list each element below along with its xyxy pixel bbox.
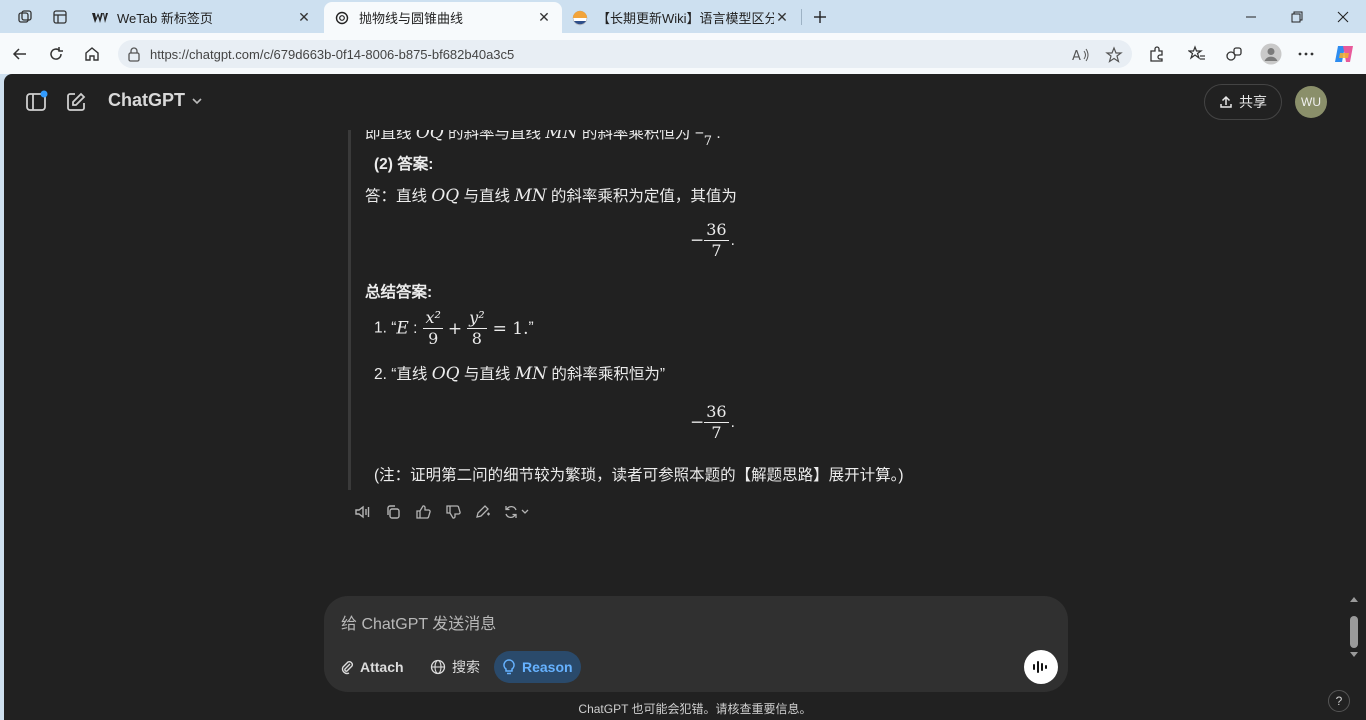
search-label: 搜索 xyxy=(452,659,480,675)
attach-button[interactable]: Attach xyxy=(332,651,412,683)
close-icon[interactable]: ✕ xyxy=(774,9,790,26)
reason-label: Reason xyxy=(522,659,573,675)
home-icon[interactable] xyxy=(77,39,107,69)
edit-icon[interactable] xyxy=(468,500,498,524)
close-icon[interactable]: ✕ xyxy=(536,9,552,26)
favorite-icon[interactable] xyxy=(1105,46,1123,64)
regenerate-icon[interactable] xyxy=(498,500,538,524)
value-display-2: −36 7. xyxy=(690,402,735,442)
workspaces-icon[interactable] xyxy=(12,4,38,30)
new-tab-icon[interactable] xyxy=(807,4,833,30)
share-button[interactable]: 共享 xyxy=(1204,84,1282,120)
tab-divider xyxy=(801,9,802,25)
tab-wetab[interactable]: WeTab 新标签页 ✕ xyxy=(82,2,322,33)
tab-title: 【长期更新Wiki】语言模型区分题 xyxy=(597,11,774,26)
tab-title: 抛物线与圆锥曲线 xyxy=(359,11,464,26)
back-icon[interactable] xyxy=(5,39,35,69)
avatar[interactable]: WU xyxy=(1295,86,1327,118)
attach-label: Attach xyxy=(360,659,404,675)
lock-icon[interactable] xyxy=(127,46,141,67)
minimize-icon[interactable] xyxy=(1228,0,1274,33)
tab-wiki[interactable]: 【长期更新Wiki】语言模型区分题 ✕ xyxy=(562,2,800,33)
wetab-icon xyxy=(92,10,108,26)
part2-heading: (2) 答案: xyxy=(374,156,434,173)
tab-actions-icon[interactable] xyxy=(47,4,73,30)
voice-icon xyxy=(1033,661,1047,673)
help-button[interactable]: ? xyxy=(1328,690,1350,712)
profile-icon[interactable] xyxy=(1260,43,1282,65)
url-text: https://chatgpt.com/c/679d663b-0f14-8006… xyxy=(150,47,515,62)
reason-button[interactable]: Reason xyxy=(494,651,581,683)
bulb-icon xyxy=(503,659,515,675)
model-selector[interactable]: ChatGPT xyxy=(108,90,203,111)
collections-icon[interactable] xyxy=(1225,45,1243,63)
message-composer: 给 ChatGPT 发送消息 Attach 搜索 Reason xyxy=(324,596,1068,692)
read-aloud-icon[interactable]: A xyxy=(1072,46,1090,64)
copilot-icon[interactable] xyxy=(1333,43,1355,65)
voice-mode-button[interactable] xyxy=(1024,650,1058,684)
answer-item-2: 2. “直线 OQ 与直线 MN 的斜率乘积恒为” xyxy=(374,364,665,384)
tab-title: WeTab 新标签页 xyxy=(117,11,213,26)
close-icon[interactable]: ✕ xyxy=(296,9,312,26)
answer-line: 答：直线 OQ 与直线 MN 的斜率乘积为定值，其值为 xyxy=(365,186,737,206)
svg-text:A: A xyxy=(1072,49,1081,63)
thumbs-down-icon[interactable] xyxy=(438,500,468,524)
scrollbar-thumb[interactable] xyxy=(1350,616,1358,648)
scroll-down-arrow[interactable] xyxy=(1350,652,1358,658)
sidebar-toggle-icon[interactable] xyxy=(24,90,48,114)
share-label: 共享 xyxy=(1239,94,1267,110)
cut-line: 即直线 OQ 的斜率与直线 MN 的斜率乘积恒为 −7 . xyxy=(365,130,721,149)
openai-icon xyxy=(334,10,350,26)
wiki-icon xyxy=(572,10,588,26)
address-bar[interactable]: https://chatgpt.com/c/679d663b-0f14-8006… xyxy=(118,40,1132,68)
disclaimer-text: ChatGPT 也可能会犯错。请核查重要信息。 xyxy=(578,702,812,716)
window-close-icon[interactable] xyxy=(1320,0,1366,33)
paperclip-icon xyxy=(341,661,353,675)
copy-icon[interactable] xyxy=(378,500,408,524)
chevron-down-icon xyxy=(192,97,202,104)
browser-tab-bar: WeTab 新标签页 ✕ 抛物线与圆锥曲线 ✕ 【长期更新Wiki】语言模型区分… xyxy=(0,0,1366,33)
extensions-icon[interactable] xyxy=(1148,45,1166,63)
app-header: ChatGPT 共享 WU xyxy=(4,74,1366,130)
read-aloud-icon[interactable] xyxy=(348,500,378,524)
message-actions xyxy=(348,500,538,524)
tab-parabola[interactable]: 抛物线与圆锥曲线 ✕ xyxy=(324,2,562,33)
favorites-icon[interactable] xyxy=(1188,45,1206,63)
message-input[interactable]: 给 ChatGPT 发送消息 xyxy=(341,610,496,634)
chatgpt-app: ChatGPT 共享 WU 即直线 OQ 的斜率与直线 MN 的斜率乘积恒为 −… xyxy=(4,74,1366,720)
note-text: (注：证明第二问的细节较为繁琐，读者可参照本题的【解题思路】展开计算。) xyxy=(374,467,904,484)
blockquote-bar xyxy=(348,130,351,490)
search-button[interactable]: 搜索 xyxy=(422,651,488,683)
restore-icon[interactable] xyxy=(1274,0,1320,33)
model-name: ChatGPT xyxy=(108,90,186,110)
summary-heading: 总结答案: xyxy=(365,284,433,301)
upload-icon xyxy=(1220,95,1232,108)
assistant-message: 即直线 OQ 的斜率与直线 MN 的斜率乘积恒为 −7 . (2) 答案: 答：… xyxy=(4,130,1344,600)
answer-item-1: 1. “E : x² 9 + y² 8 = 1.” xyxy=(374,308,534,348)
refresh-icon[interactable] xyxy=(41,39,71,69)
more-icon[interactable] xyxy=(1297,45,1315,63)
value-display-1: −36 7. xyxy=(690,220,735,260)
thumbs-up-icon[interactable] xyxy=(408,500,438,524)
scroll-up-arrow[interactable] xyxy=(1350,596,1358,602)
new-chat-icon[interactable] xyxy=(64,90,88,114)
globe-icon xyxy=(430,659,446,675)
